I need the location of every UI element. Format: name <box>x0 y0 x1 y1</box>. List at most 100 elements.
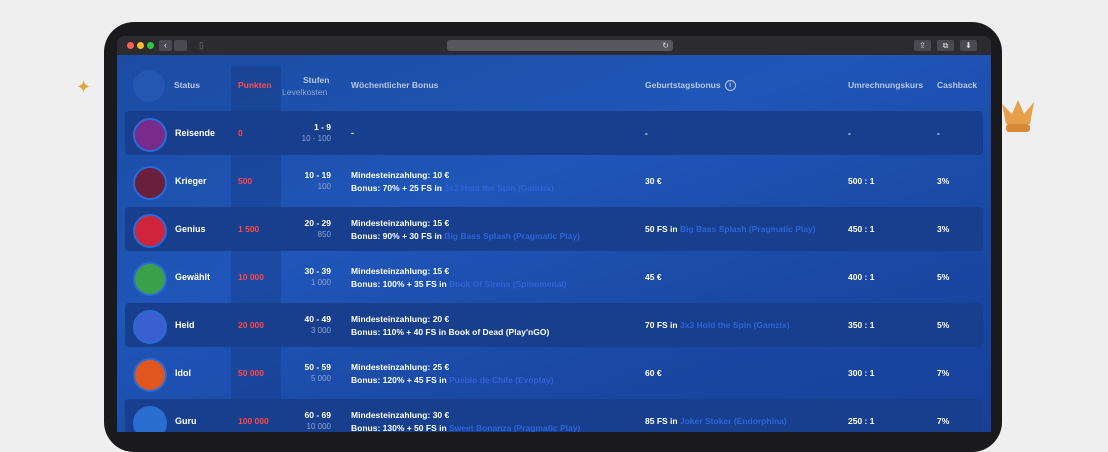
birthday-bonus-game-link[interactable]: 3x3 Hold the Spin (Gamzix) <box>680 320 790 330</box>
sidebar-icon[interactable]: ▯ <box>195 40 208 51</box>
cashback-value: 7% <box>937 416 950 426</box>
back-button[interactable]: ‹ <box>159 40 172 51</box>
weekly-bonus-line2: Bonus: 130% + 50 FS in Sweet Bonanza (Pr… <box>351 423 580 432</box>
address-bar[interactable]: ↻ <box>447 40 673 51</box>
share-icon[interactable]: ⇪ <box>914 40 931 51</box>
weekly-bonus-game-link[interactable]: Book Of Sirens (Spinomenal) <box>449 279 567 289</box>
level-cost: 5 000 <box>310 374 331 383</box>
reload-icon[interactable]: ↻ <box>662 40 669 51</box>
weekly-bonus-line1: Mindesteinzahlung: 15 € <box>351 266 450 276</box>
level-cost: 10 000 <box>306 422 331 431</box>
points-value: 50 000 <box>238 368 264 378</box>
header-avatar-placeholder <box>133 70 165 102</box>
weekly-bonus-line1: Mindesteinzahlung: 25 € <box>351 362 450 372</box>
status-name: Reisende <box>175 128 216 138</box>
forward-button[interactable] <box>174 40 187 51</box>
header-points: Punkten <box>238 80 272 90</box>
level-avatar-icon <box>133 118 167 152</box>
level-range: 10 - 19 <box>304 170 331 180</box>
birthday-bonus-game-link[interactable]: Big Bass Splash (Pragmatic Play) <box>680 224 816 234</box>
level-avatar-icon <box>133 310 167 344</box>
weekly-bonus-game-link[interactable]: 3x3 Hold the Spin (Gamzix) <box>444 183 554 193</box>
level-avatar-icon <box>133 262 167 296</box>
birthday-bonus-text: 70 FS in <box>645 320 680 330</box>
weekly-bonus-line1: Mindesteinzahlung: 30 € <box>351 410 450 420</box>
points-value: 10 000 <box>238 272 264 282</box>
level-range: 60 - 69 <box>304 410 331 420</box>
level-avatar-icon <box>133 166 167 200</box>
weekly-bonus-line2: Bonus: 110% + 40 FS in Book of Dead (Pla… <box>351 327 549 337</box>
weekly-bonus-text: Bonus: 130% + 50 FS in <box>351 423 450 432</box>
header-cashback: Cashback <box>937 80 978 90</box>
header-status: Status <box>174 80 200 90</box>
header-level-costs: Levelkosten <box>282 87 328 97</box>
weekly-bonus-text: Bonus: 110% + 40 FS in Book of Dead (Pla… <box>351 327 550 337</box>
weekly-bonus-line2: Bonus: 70% + 25 FS in 3x3 Hold the Spin … <box>351 183 554 193</box>
minimize-window-button[interactable] <box>137 42 144 49</box>
weekly-bonus-game-link[interactable]: Big Bass Splash (Pragmatic Play) <box>444 231 580 241</box>
exchange-rate-value: - <box>848 128 851 138</box>
exchange-rate-value: 250 : 1 <box>848 416 875 426</box>
status-name: Held <box>175 320 195 330</box>
header-birthday-label: Geburtstagsbonus <box>645 80 721 90</box>
level-cost: 1 000 <box>310 278 331 287</box>
table-row: Guru 100 000 60 - 69 10 000 Mindesteinzahlun… <box>125 399 983 432</box>
table-row: Krieger 500 10 - 19 100 Mindesteinzahlung: 1… <box>125 159 983 203</box>
weekly-bonus-line1: Mindesteinzahlung: 20 € <box>351 314 450 324</box>
weekly-bonus-game-link[interactable]: Sweet Bonanza (Pragmatic Play) <box>449 423 580 432</box>
weekly-bonus-game-link[interactable]: Pueblo de Chile (Evoplay) <box>449 375 553 385</box>
cashback-value: - <box>937 128 940 138</box>
cashback-value: 3% <box>937 224 950 234</box>
birthday-bonus: 45 € <box>645 272 662 282</box>
sparkle-decoration: ✦ <box>76 77 92 97</box>
status-name: Guru <box>175 416 197 426</box>
weekly-bonus-line2: Bonus: 120% + 45 FS in Pueblo de Chile (… <box>351 375 553 385</box>
close-window-button[interactable] <box>127 42 134 49</box>
status-name: Genius <box>175 224 206 234</box>
table-row: Reisende 0 1 - 9 10 - 100 - - - - <box>125 111 983 155</box>
table-row: Idol 50 000 50 - 59 5 000 Mindesteinzahlung:… <box>125 351 983 395</box>
level-cost: 10 - 100 <box>301 134 331 143</box>
weekly-bonus-line2: Bonus: 90% + 30 FS in Big Bass Splash (P… <box>351 231 580 241</box>
birthday-bonus-text: 60 € <box>645 368 662 378</box>
weekly-bonus-line1: Mindesteinzahlung: 10 € <box>351 170 450 180</box>
level-avatar-icon <box>133 358 167 392</box>
birthday-bonus-game-link[interactable]: Joker Stoker (Endorphina) <box>680 416 787 426</box>
cashback-value: 5% <box>937 272 950 282</box>
exchange-rate-value: 300 : 1 <box>848 368 875 378</box>
level-avatar-icon <box>133 406 167 432</box>
weekly-bonus-text: Bonus: 100% + 35 FS in <box>351 279 450 289</box>
info-icon[interactable]: i <box>724 80 736 92</box>
download-icon[interactable]: ⬇ <box>960 40 977 51</box>
cashback-value: 3% <box>937 176 950 186</box>
cashback-value: 7% <box>937 368 950 378</box>
points-value: 1 500 <box>238 224 260 234</box>
header-exchange-rate: Umrechnungskurs <box>848 80 924 90</box>
status-name: Idol <box>175 368 191 378</box>
birthday-bonus: 50 FS in Big Bass Splash (Pragmatic Play… <box>645 224 816 234</box>
cashback-value: 5% <box>937 320 950 330</box>
tabs-icon[interactable]: ⧉ <box>937 40 954 51</box>
weekly-bonus-line1: Mindesteinzahlung: 15 € <box>351 218 450 228</box>
screen: ‹ ▯ ↻ ⇪ ⧉ ⬇ Status Punkten Stufen Levelk… <box>117 36 991 432</box>
header-birthday-bonus: Geburtstagsbonus i <box>645 80 736 92</box>
table-row: Held 20 000 40 - 49 3 000 Mindesteinzahlung:… <box>125 303 983 347</box>
birthday-bonus: 60 € <box>645 368 662 378</box>
birthday-bonus: 30 € <box>645 176 662 186</box>
level-cost: 100 <box>317 182 331 191</box>
crown-decoration <box>1002 100 1034 132</box>
level-range: 30 - 39 <box>304 266 331 276</box>
birthday-bonus-text: 85 FS in <box>645 416 680 426</box>
level-range: 1 - 9 <box>313 122 331 132</box>
weekly-bonus-line2: Bonus: 100% + 35 FS in Book Of Sirens (S… <box>351 279 567 289</box>
table-row: Gewählt 10 000 30 - 39 1 000 Mindesteinzahlu… <box>125 255 983 299</box>
birthday-bonus-text: 30 € <box>645 176 662 186</box>
level-avatar-icon <box>133 214 167 248</box>
level-range: 40 - 49 <box>304 314 331 324</box>
exchange-rate-value: 450 : 1 <box>848 224 875 234</box>
weekly-bonus-text: Bonus: 90% + 30 FS in <box>351 231 445 241</box>
weekly-bonus-text: Bonus: 120% + 45 FS in <box>351 375 450 385</box>
maximize-window-button[interactable] <box>147 42 154 49</box>
level-range: 50 - 59 <box>304 362 331 372</box>
birthday-bonus: 85 FS in Joker Stoker (Endorphina) <box>645 416 787 426</box>
